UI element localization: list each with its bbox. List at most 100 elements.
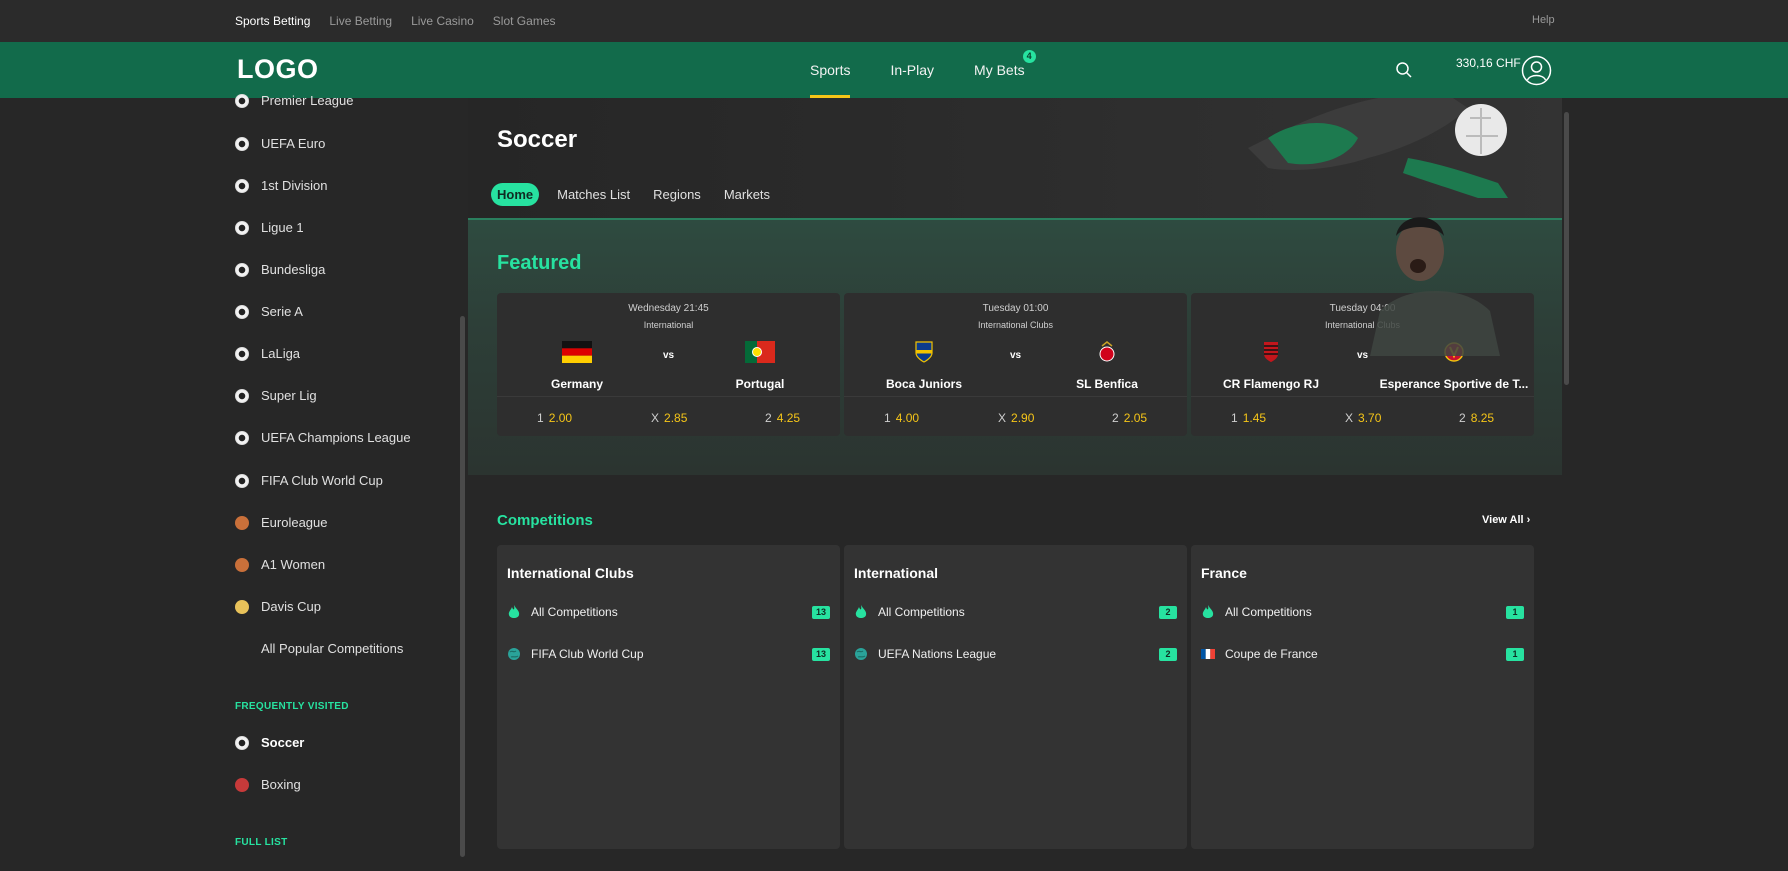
competition-row[interactable]: All Competitions 13 bbox=[507, 602, 830, 622]
main-scrollbar[interactable] bbox=[1564, 112, 1569, 385]
sidebar-item-boxing[interactable]: Boxing bbox=[235, 777, 301, 792]
product-links: Sports Betting Live Betting Live Casino … bbox=[235, 14, 556, 28]
link-live-casino[interactable]: Live Casino bbox=[411, 14, 474, 28]
odd-home[interactable]: 1 1.45 bbox=[1231, 411, 1266, 425]
soccer-ball-icon bbox=[235, 304, 249, 319]
link-sports-betting[interactable]: Sports Betting bbox=[235, 14, 310, 28]
sidebar-item-bundesliga[interactable]: Bundesliga bbox=[235, 262, 325, 277]
sidebar-item-label: Super Lig bbox=[261, 388, 317, 403]
odd-draw[interactable]: X 2.85 bbox=[651, 411, 687, 425]
sidebar-item-laliga[interactable]: LaLiga bbox=[235, 346, 300, 361]
vs-label: vs bbox=[662, 350, 675, 361]
sidebar-item-fifa-club-world-cup[interactable]: FIFA Club World Cup bbox=[235, 473, 383, 488]
featured-match-card[interactable]: Wednesday 21:45 International vs Germany… bbox=[497, 293, 840, 436]
soccer-ball-icon bbox=[235, 346, 249, 361]
odd-home[interactable]: 1 4.00 bbox=[884, 411, 919, 425]
odds-row: 1 4.00 X 2.90 2 2.05 bbox=[844, 396, 1187, 436]
tab-regions[interactable]: Regions bbox=[648, 183, 706, 206]
sidebar-item-serie-a[interactable]: Serie A bbox=[235, 304, 303, 319]
odd-label: 1 bbox=[884, 411, 891, 425]
germany-flag-icon bbox=[562, 341, 592, 363]
sidebar-item-1st-division[interactable]: 1st Division bbox=[235, 178, 327, 193]
soccer-ball-icon bbox=[235, 473, 249, 488]
home-team: Boca Juniors bbox=[885, 377, 963, 391]
odd-home[interactable]: 1 2.00 bbox=[537, 411, 572, 425]
soccer-ball-icon bbox=[235, 220, 249, 235]
competition-row[interactable]: All Competitions 2 bbox=[854, 602, 1177, 622]
sidebar-scrollbar[interactable] bbox=[460, 316, 465, 857]
nav-sports[interactable]: Sports bbox=[790, 42, 870, 98]
sidebar-item-label: Bundesliga bbox=[261, 262, 326, 277]
odds-row: 1 1.45 X 3.70 2 8.25 bbox=[1191, 396, 1534, 436]
sidebar-item-super-lig[interactable]: Super Lig bbox=[235, 388, 317, 403]
search-icon[interactable] bbox=[1394, 60, 1414, 80]
tab-matches-list[interactable]: Matches List bbox=[552, 183, 635, 206]
row-label: All Competitions bbox=[531, 605, 618, 619]
logo[interactable]: LOGO bbox=[237, 54, 319, 85]
sidebar-item-a1-women[interactable]: A1 Women bbox=[235, 557, 325, 572]
soccer-ball-icon bbox=[235, 388, 249, 403]
sidebar-item-uefa-champions-league[interactable]: UEFA Champions League bbox=[235, 430, 411, 445]
sidebar-item-soccer[interactable]: Soccer bbox=[235, 735, 304, 750]
odd-value: 2.90 bbox=[1011, 411, 1035, 425]
sidebar-item-euroleague[interactable]: Euroleague bbox=[235, 515, 328, 530]
benfica-crest-icon bbox=[1099, 341, 1115, 362]
tab-markets[interactable]: Markets bbox=[719, 183, 775, 206]
sidebar-item-label: FIFA Club World Cup bbox=[261, 473, 383, 488]
vs-label: vs bbox=[1009, 350, 1022, 361]
odd-label: 2 bbox=[1112, 411, 1119, 425]
account-balance[interactable]: 330,16 CHF bbox=[1456, 56, 1521, 70]
match-competition: International Clubs bbox=[977, 320, 1054, 330]
away-team: Esperance Sportive de T... bbox=[1379, 377, 1529, 391]
count-badge: 13 bbox=[812, 606, 830, 619]
soccer-ball-icon bbox=[235, 178, 249, 193]
odd-draw[interactable]: X 2.90 bbox=[998, 411, 1034, 425]
full-list-heading[interactable]: FULL LIST bbox=[235, 837, 288, 848]
sidebar-item-davis-cup[interactable]: Davis Cup bbox=[235, 599, 321, 614]
flame-icon bbox=[1202, 605, 1214, 618]
featured-match-card[interactable]: Tuesday 01:00 International Clubs vs Boc… bbox=[844, 293, 1187, 436]
odd-draw[interactable]: X 3.70 bbox=[1345, 411, 1381, 425]
competition-card: France All Competitions 1 Coupe de Franc… bbox=[1191, 545, 1534, 849]
odd-away[interactable]: 2 4.25 bbox=[765, 411, 800, 425]
competition-card: International All Competitions 2 UEFA Na… bbox=[844, 545, 1187, 849]
sidebar-item-label: Euroleague bbox=[261, 515, 328, 530]
card-title: International bbox=[854, 565, 939, 581]
row-label: FIFA Club World Cup bbox=[531, 647, 644, 661]
odd-away[interactable]: 2 8.25 bbox=[1459, 411, 1494, 425]
odd-label: 1 bbox=[1231, 411, 1238, 425]
nav-label: In-Play bbox=[890, 62, 935, 78]
sidebar-item-all-popular-competitions[interactable]: All Popular Competitions bbox=[261, 641, 403, 656]
odd-value: 4.00 bbox=[895, 411, 920, 425]
flame-icon bbox=[508, 605, 520, 618]
link-slot-games[interactable]: Slot Games bbox=[493, 14, 556, 28]
competition-row[interactable]: Coupe de France 1 bbox=[1201, 644, 1524, 664]
nav-in-play[interactable]: In-Play bbox=[870, 42, 954, 98]
sidebar-item-premier-league[interactable]: Premier League bbox=[235, 93, 354, 108]
nav-label: My Bets bbox=[974, 62, 1025, 78]
competition-row[interactable]: All Competitions 1 bbox=[1201, 602, 1524, 622]
celebrating-player-image bbox=[1370, 217, 1500, 356]
soccer-ball-icon bbox=[235, 93, 249, 108]
match-time: Wednesday 21:45 bbox=[628, 303, 709, 314]
link-live-betting[interactable]: Live Betting bbox=[329, 14, 392, 28]
count-badge: 13 bbox=[812, 648, 830, 661]
count-badge: 1 bbox=[1506, 606, 1524, 619]
nav-my-bets[interactable]: My Bets 4 bbox=[954, 42, 1045, 98]
competition-row[interactable]: FIFA Club World Cup 13 bbox=[507, 644, 830, 664]
sidebar-item-label: UEFA Euro bbox=[261, 136, 326, 151]
odd-value: 3.70 bbox=[1358, 411, 1382, 425]
user-account-icon[interactable] bbox=[1521, 55, 1552, 86]
odd-label: 2 bbox=[765, 411, 772, 425]
sidebar-item-label: A1 Women bbox=[261, 557, 326, 572]
odd-away[interactable]: 2 2.05 bbox=[1112, 411, 1147, 425]
competition-row[interactable]: UEFA Nations League 2 bbox=[854, 644, 1177, 664]
sidebar-item-uefa-euro[interactable]: UEFA Euro bbox=[235, 136, 325, 151]
help-link[interactable]: Help bbox=[1532, 14, 1555, 26]
soccer-ball-icon bbox=[235, 262, 249, 277]
globe-icon bbox=[855, 648, 867, 660]
tab-home[interactable]: Home bbox=[491, 183, 540, 206]
sidebar-item-ligue-1[interactable]: Ligue 1 bbox=[235, 220, 304, 235]
view-all-link[interactable]: View All › bbox=[1482, 514, 1530, 526]
row-label: Coupe de France bbox=[1225, 647, 1318, 661]
